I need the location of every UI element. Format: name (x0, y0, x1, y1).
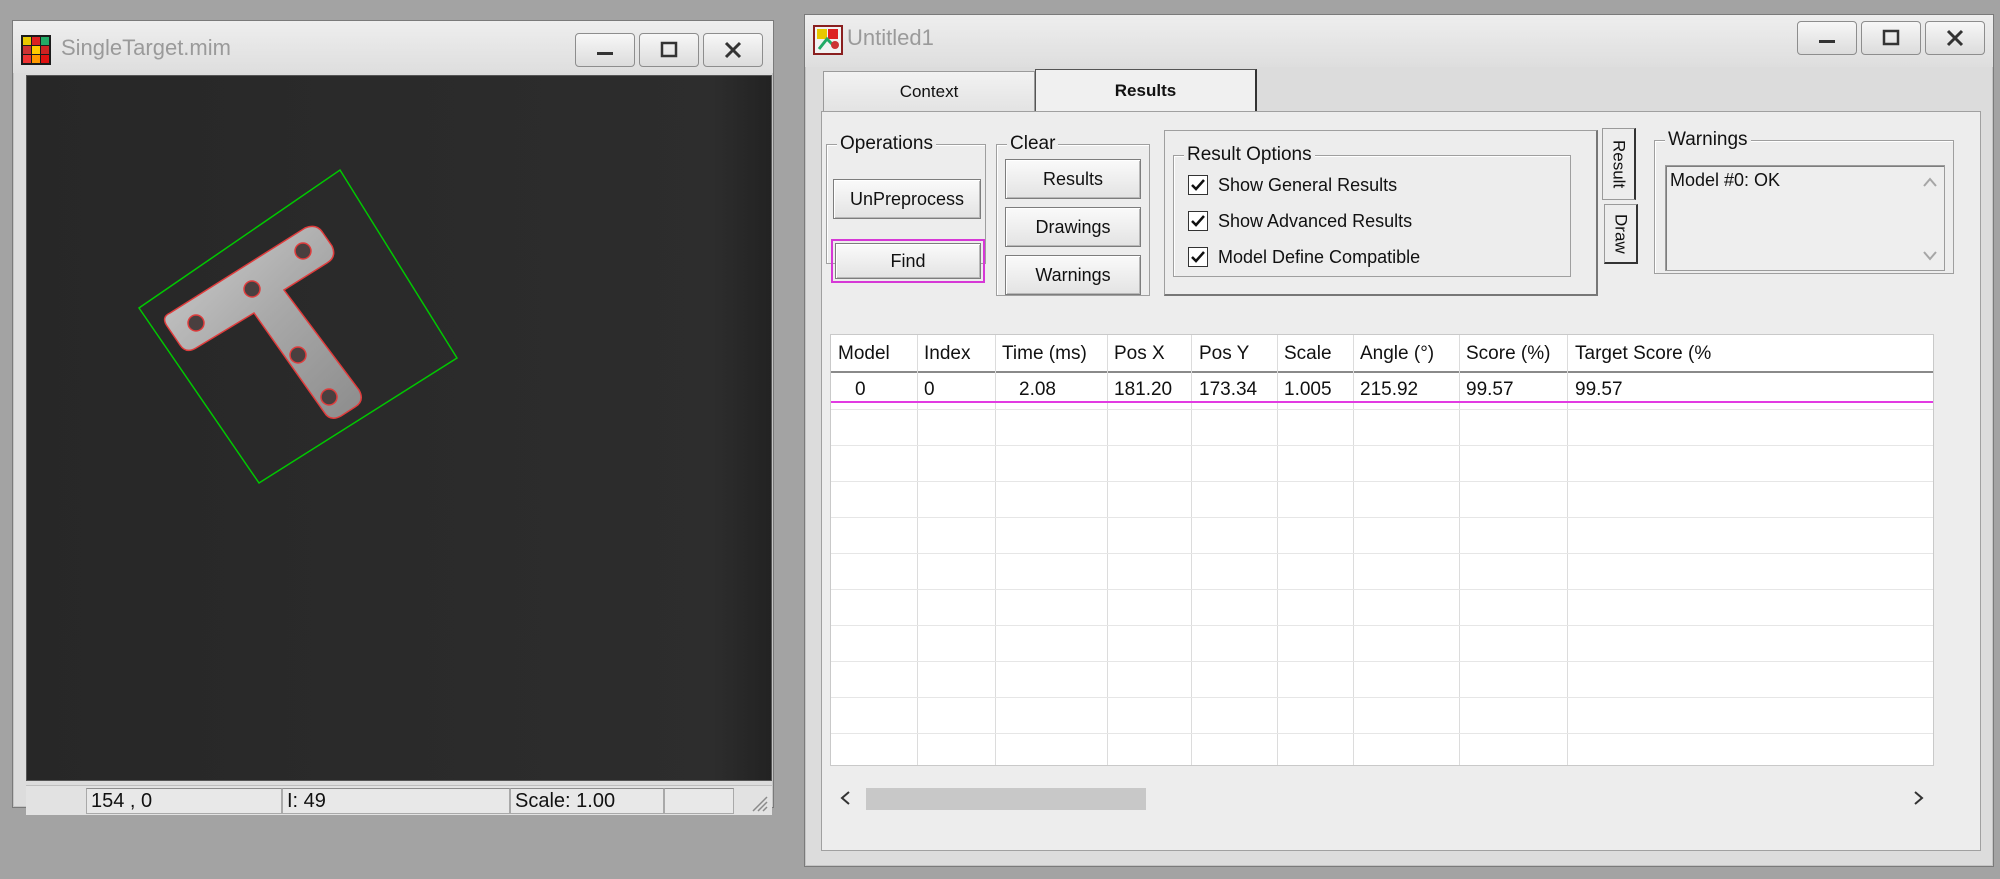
results-window-titlebar[interactable]: Untitled1 (805, 15, 1993, 67)
cell-index[interactable]: 0 (924, 379, 935, 401)
clear-results-button[interactable]: Results (1005, 159, 1141, 199)
close-icon (1946, 29, 1964, 47)
operations-group-label: Operations (837, 133, 936, 155)
cell-scale[interactable]: 1.005 (1284, 379, 1332, 401)
show-advanced-results-checkbox[interactable] (1188, 211, 1208, 231)
clear-group-label: Clear (1007, 133, 1059, 155)
result-options-group-label: Result Options (1184, 144, 1315, 166)
warnings-textbox[interactable]: Model #0: OK (1665, 165, 1945, 271)
chevron-up-icon[interactable] (1922, 176, 1938, 188)
warnings-group: Warnings Model #0: OK (1654, 129, 1954, 274)
image-window: SingleTarget.mim 154 , 0 I: 49 Scale: 1.… (12, 20, 774, 815)
part-hole (294, 242, 312, 260)
image-overlay (27, 76, 771, 780)
grid-horizontal-scrollbar[interactable] (830, 780, 1934, 816)
cell-time[interactable]: 2.08 (1019, 379, 1056, 401)
cell-score[interactable]: 99.57 (1466, 379, 1514, 401)
column-header-pos-x[interactable]: Pos X (1114, 343, 1165, 365)
warnings-group-label: Warnings (1665, 129, 1751, 151)
tab-results[interactable]: Results (1035, 69, 1257, 111)
results-panel: Operations UnPreprocess Find Clear Resul… (821, 111, 1981, 851)
cell-pos-y[interactable]: 173.34 (1199, 379, 1257, 401)
column-header-target-score[interactable]: Target Score (% (1575, 343, 1711, 365)
results-grid[interactable]: Model Index Time (ms) Pos X Pos Y Scale … (830, 334, 1934, 766)
column-header-score[interactable]: Score (%) (1466, 343, 1550, 365)
column-header-index[interactable]: Index (924, 343, 970, 365)
results-window-title: Untitled1 (847, 25, 934, 50)
column-header-time[interactable]: Time (ms) (1002, 343, 1087, 365)
close-icon (724, 41, 742, 59)
image-display[interactable] (26, 75, 772, 781)
cell-angle[interactable]: 215.92 (1360, 379, 1418, 401)
show-advanced-results-label: Show Advanced Results (1218, 210, 1413, 231)
clear-drawings-button[interactable]: Drawings (1005, 207, 1141, 247)
status-coords: 154 , 0 (86, 788, 282, 814)
image-background (27, 76, 771, 780)
show-advanced-results-option[interactable]: Show Advanced Results (1188, 208, 1412, 234)
part-hole (289, 346, 307, 364)
side-tab-draw[interactable]: Draw (1604, 204, 1638, 264)
maximize-icon (660, 41, 678, 58)
document-app-icon (813, 25, 843, 55)
model-define-compatible-option[interactable]: Model Define Compatible (1188, 244, 1420, 270)
column-header-scale[interactable]: Scale (1284, 343, 1332, 365)
minimize-button[interactable] (1797, 21, 1857, 55)
part-hole (320, 388, 338, 406)
show-general-results-checkbox[interactable] (1188, 175, 1208, 195)
tab-context[interactable]: Context (823, 71, 1035, 111)
chevron-down-icon[interactable] (1922, 250, 1938, 262)
side-tab-result[interactable]: Result (1602, 128, 1636, 200)
maximize-button[interactable] (1861, 21, 1921, 55)
model-define-compatible-checkbox[interactable] (1188, 247, 1208, 267)
cell-pos-x[interactable]: 181.20 (1114, 379, 1172, 401)
chevron-right-icon[interactable] (1912, 790, 1926, 806)
show-general-results-label: Show General Results (1218, 174, 1398, 195)
close-button[interactable] (1925, 21, 1985, 55)
checkmark-icon (1191, 251, 1205, 263)
warnings-text: Model #0: OK (1670, 170, 1781, 190)
resize-grip-icon[interactable] (750, 794, 768, 812)
unpreprocess-button[interactable]: UnPreprocess (833, 179, 981, 219)
side-tab-result-label: Result (1609, 139, 1629, 189)
cell-model[interactable]: 0 (855, 379, 866, 401)
find-button[interactable]: Find (831, 239, 985, 283)
cell-target-score[interactable]: 99.57 (1575, 379, 1623, 401)
column-header-angle[interactable]: Angle (°) (1360, 343, 1434, 365)
minimize-icon (597, 52, 613, 55)
mim-app-icon (21, 35, 51, 65)
checkmark-icon (1191, 179, 1205, 191)
status-scale: Scale: 1.00 (510, 788, 664, 814)
column-header-pos-y[interactable]: Pos Y (1199, 343, 1249, 365)
scroll-thumb[interactable] (866, 788, 1146, 810)
minimize-icon (1819, 40, 1835, 43)
part-hole (243, 280, 261, 298)
clear-warnings-button[interactable]: Warnings (1005, 255, 1141, 295)
part-hole (187, 314, 205, 332)
minimize-button[interactable] (575, 33, 635, 67)
maximize-icon (1882, 29, 1900, 46)
chevron-left-icon[interactable] (838, 790, 852, 806)
operations-group: Operations UnPreprocess Find (826, 133, 986, 283)
side-tab-draw-label: Draw (1611, 213, 1631, 254)
result-options-container: Result Options Show General Results Show… (1164, 130, 1598, 296)
status-extra (664, 788, 734, 814)
checkmark-icon (1191, 215, 1205, 227)
show-general-results-option[interactable]: Show General Results (1188, 172, 1397, 198)
maximize-button[interactable] (639, 33, 699, 67)
image-window-title: SingleTarget.mim (61, 35, 231, 60)
image-statusbar: 154 , 0 I: 49 Scale: 1.00 (26, 785, 772, 815)
clear-group: Clear Results Drawings Warnings (996, 133, 1150, 296)
close-button[interactable] (703, 33, 763, 67)
results-window: Untitled1 Context Results Operations UnP… (804, 14, 1994, 867)
image-window-titlebar[interactable]: SingleTarget.mim (13, 21, 773, 73)
model-define-compatible-label: Model Define Compatible (1218, 246, 1421, 267)
status-intensity: I: 49 (282, 788, 510, 814)
result-options-group: Result Options Show General Results Show… (1173, 144, 1571, 277)
column-header-model[interactable]: Model (838, 343, 890, 365)
